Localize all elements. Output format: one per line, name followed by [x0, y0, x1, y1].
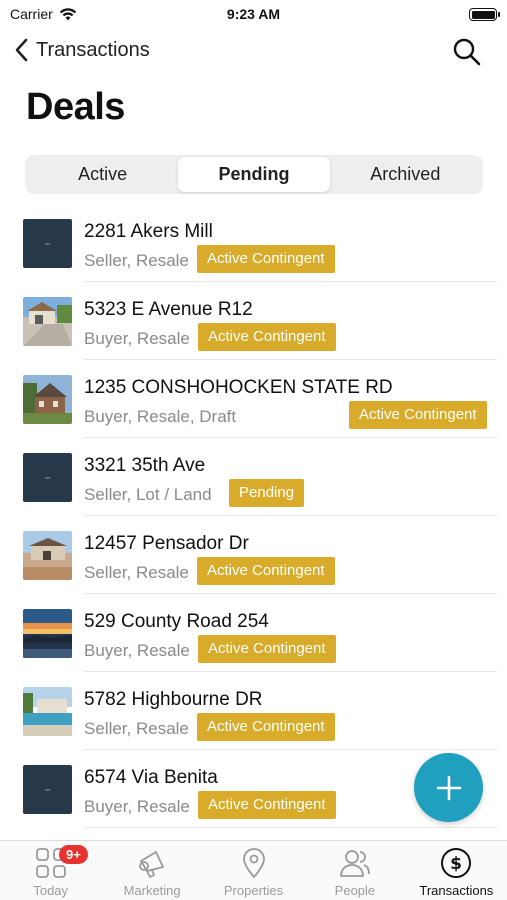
deal-thumbnail-placeholder — [23, 219, 72, 268]
segment-active[interactable]: Active — [27, 157, 178, 192]
tab-today[interactable]: 9+ Today — [0, 841, 101, 900]
deal-subtitle: Seller, Resale — [84, 719, 189, 738]
tab-label: Marketing — [123, 883, 181, 898]
deal-row[interactable]: 2281 Akers Mill Seller, Resale Active Co… — [0, 204, 507, 282]
deal-thumbnail-photo — [23, 375, 72, 424]
location-pin-icon — [238, 847, 270, 879]
plus-icon — [436, 775, 461, 800]
deal-title: 1235 CONSHOHOCKEN STATE RD — [84, 377, 393, 398]
svg-text:$: $ — [450, 854, 462, 874]
deal-thumbnail-photo — [23, 297, 72, 346]
segment-archived[interactable]: Archived — [330, 157, 481, 192]
status-badge: Active Contingent — [198, 791, 336, 819]
deal-title: 2281 Akers Mill — [84, 221, 213, 242]
deal-row[interactable]: 5323 E Avenue R12 Buyer, Resale Active C… — [0, 282, 507, 360]
deal-row[interactable]: 12457 Pensador Dr Seller, Resale Active … — [0, 516, 507, 594]
back-label: Transactions — [36, 38, 150, 61]
status-badge: Active Contingent — [349, 401, 487, 429]
deal-thumbnail-photo — [23, 531, 72, 580]
notification-badge: 9+ — [59, 845, 88, 864]
deal-thumbnail-photo — [23, 687, 72, 736]
deal-row[interactable]: 529 County Road 254 Buyer, Resale Active… — [0, 594, 507, 672]
status-badge: Active Contingent — [197, 557, 335, 585]
deal-thumbnail-placeholder — [23, 765, 72, 814]
tab-label: Properties — [223, 883, 284, 898]
deal-subtitle: Seller, Resale — [84, 251, 189, 270]
segment-pending[interactable]: Pending — [178, 157, 330, 192]
status-badge: Pending — [229, 479, 305, 507]
deal-title: 5782 Highbourne DR — [84, 689, 263, 710]
deal-title: 12457 Pensador Dr — [84, 533, 249, 554]
dollar-circle-icon: $ — [440, 847, 472, 879]
deal-row[interactable]: 5782 Highbourne DR Seller, Resale Active… — [0, 672, 507, 750]
people-icon — [339, 847, 371, 879]
tab-people[interactable]: People — [304, 841, 405, 900]
deal-subtitle: Buyer, Resale — [84, 329, 190, 348]
tab-transactions[interactable]: $ Transactions — [406, 841, 507, 900]
status-badge: Active Contingent — [198, 635, 336, 663]
chevron-left-icon — [15, 38, 28, 62]
page-title: Deals — [26, 86, 125, 128]
deal-title: 529 County Road 254 — [84, 611, 269, 632]
segmented-control: Active Pending Archived — [25, 155, 483, 194]
tab-bar: 9+ Today Marketing Properties People $ T… — [0, 840, 507, 900]
search-button[interactable] — [451, 36, 483, 68]
status-badge: Active Contingent — [198, 323, 336, 351]
clock: 9:23 AM — [226, 6, 281, 22]
status-badge: Active Contingent — [197, 245, 335, 273]
tab-label: People — [334, 883, 376, 898]
deal-row[interactable]: 3321 35th Ave Seller, Lot / Land Pending — [0, 438, 507, 516]
battery-icon — [469, 8, 500, 21]
deal-list: 2281 Akers Mill Seller, Resale Active Co… — [0, 204, 507, 828]
nav-bar: Transactions — [0, 34, 507, 74]
add-deal-button[interactable] — [414, 753, 483, 822]
deal-title: 6574 Via Benita — [84, 767, 218, 788]
megaphone-icon — [136, 847, 168, 879]
status-badge: Active Contingent — [197, 713, 335, 741]
deal-subtitle: Buyer, Resale — [84, 797, 190, 816]
deal-subtitle: Buyer, Resale — [84, 641, 190, 660]
deal-title: 5323 E Avenue R12 — [84, 299, 253, 320]
deal-row[interactable]: 1235 CONSHOHOCKEN STATE RD Buyer, Resale… — [0, 360, 507, 438]
search-icon — [453, 38, 481, 66]
deal-subtitle: Seller, Resale — [84, 563, 189, 582]
deal-title: 3321 35th Ave — [84, 455, 206, 476]
deal-thumbnail-photo — [23, 609, 72, 658]
tab-label: Transactions — [419, 883, 494, 898]
tab-properties[interactable]: Properties — [203, 841, 304, 900]
tab-marketing[interactable]: Marketing — [101, 841, 202, 900]
back-button[interactable]: Transactions — [14, 38, 150, 62]
deal-subtitle: Buyer, Resale, Draft — [84, 407, 237, 426]
deal-thumbnail-placeholder — [23, 453, 72, 502]
status-bar: Carrier 9:23 AM — [0, 0, 507, 30]
deal-subtitle: Seller, Lot / Land — [84, 485, 212, 504]
tab-label: Today — [33, 883, 69, 898]
